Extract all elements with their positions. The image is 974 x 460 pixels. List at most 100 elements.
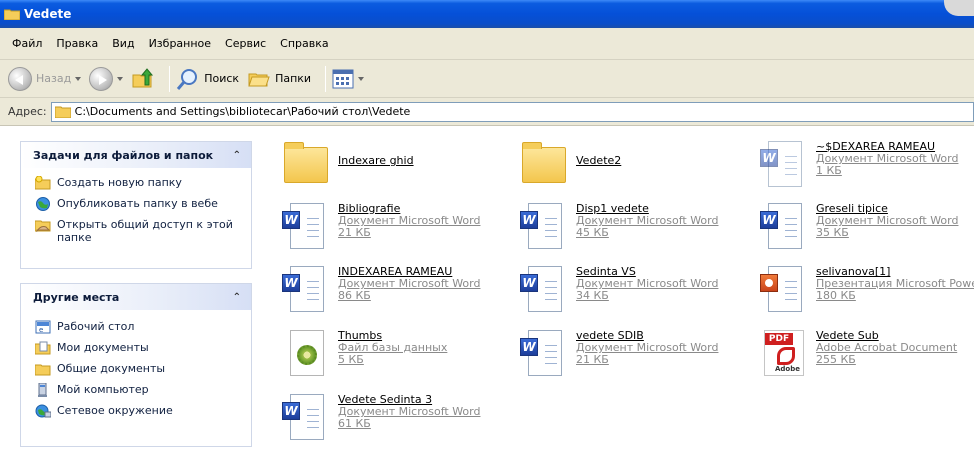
chevron-down-icon[interactable] — [358, 76, 365, 81]
folder-icon — [520, 139, 570, 189]
toolbar: Назад Поиск Папки — [0, 60, 974, 98]
word-doc-icon: W — [520, 264, 570, 314]
menu-tools[interactable]: Сервис — [225, 37, 266, 50]
window-corner — [944, 0, 974, 16]
menu-bar: Файл Правка Вид Избранное Сервис Справка — [0, 28, 974, 60]
file-item[interactable]: Indexare ghid — [282, 139, 414, 189]
back-arrow-icon — [8, 66, 32, 91]
tasks-panel-header[interactable]: Задачи для файлов и папок ⌃ — [21, 142, 251, 168]
file-item[interactable]: W Bibliografie Документ Microsoft Word 2… — [282, 201, 480, 251]
shared-documents-icon — [34, 362, 51, 376]
file-size: 21 КБ — [576, 353, 609, 366]
file-size: 180 КБ — [816, 289, 856, 302]
folders-icon — [248, 73, 270, 86]
place-shared-documents[interactable]: Общие документы — [34, 362, 241, 376]
menu-favorites[interactable]: Избранное — [149, 37, 211, 50]
pdf-icon: PDF Adobe — [760, 328, 810, 378]
folders-label: Папки — [275, 72, 312, 85]
place-label: Сетевое окружение — [57, 404, 173, 417]
folder-icon — [282, 139, 332, 189]
file-size: 61 КБ — [338, 417, 371, 430]
menu-edit[interactable]: Правка — [56, 37, 98, 50]
task-share-folder[interactable]: Открыть общий доступ к этой папке — [34, 218, 241, 244]
title-bar[interactable]: Vedete — [0, 0, 974, 28]
file-folder-tasks-panel: Задачи для файлов и папок ⌃ Создать нову… — [20, 141, 252, 269]
task-label: Опубликовать папку в вебе — [57, 197, 218, 210]
file-item[interactable]: W vedete SDIB Документ Microsoft Word 21… — [520, 328, 718, 378]
file-item[interactable]: W ~$DEXAREA RAMEAU Документ Microsoft Wo… — [760, 139, 958, 189]
place-label: Мои документы — [57, 341, 149, 354]
search-label: Поиск — [204, 72, 240, 85]
file-size: 86 КБ — [338, 289, 371, 302]
toolbar-separator — [325, 65, 327, 92]
folder-up-icon — [132, 67, 154, 87]
tasks-panel-title: Задачи для файлов и папок — [33, 148, 214, 162]
word-doc-icon: W — [282, 201, 332, 251]
place-label: Мой компьютер — [57, 383, 149, 396]
file-item[interactable]: Vedete2 — [520, 139, 621, 189]
chevron-down-icon[interactable] — [75, 76, 82, 81]
place-my-computer[interactable]: Мой компьютер — [35, 382, 241, 397]
file-size: 5 КБ — [338, 353, 364, 366]
file-item[interactable]: Thumbs Файл базы данных 5 КБ — [282, 328, 447, 378]
word-doc-icon: W — [520, 201, 570, 251]
file-name: Indexare ghid — [338, 154, 414, 167]
file-size: 45 КБ — [576, 226, 609, 239]
file-item[interactable]: PDF Adobe Vedete Sub Adobe Acrobat Docume… — [760, 328, 957, 378]
file-item[interactable]: selivanova[1] Презентация Microsoft Powe… — [760, 264, 974, 314]
word-doc-icon: W — [520, 328, 570, 378]
places-panel-header[interactable]: Другие места ⌃ — [21, 284, 251, 310]
share-folder-icon — [34, 218, 51, 233]
place-label: Рабочий стол — [57, 320, 135, 333]
views-grid-icon — [332, 69, 354, 88]
file-item[interactable]: W Greseli tipice Документ Microsoft Word… — [760, 201, 958, 251]
task-label: Создать новую папку — [57, 176, 182, 189]
places-panel-title: Другие места — [33, 290, 120, 304]
menu-help[interactable]: Справка — [280, 37, 328, 50]
folders-button[interactable]: Папки — [247, 67, 311, 91]
address-bar: Адрес: C:\Documents and Settings\bibliot… — [0, 98, 974, 126]
collapse-chevron-icon[interactable]: ⌃ — [233, 292, 241, 303]
file-size: 35 КБ — [816, 226, 849, 239]
views-button[interactable] — [332, 69, 365, 89]
address-input[interactable]: C:\Documents and Settings\bibliotecar\Ра… — [50, 101, 974, 122]
chevron-down-icon[interactable] — [117, 76, 124, 81]
place-desktop[interactable]: e Рабочий стол — [35, 320, 241, 334]
menu-view[interactable]: Вид — [112, 37, 134, 50]
task-label: Открыть общий доступ к этой папке — [57, 218, 233, 244]
toolbar-separator — [169, 65, 171, 92]
file-item[interactable]: W Vedete Sedinta 3 Документ Microsoft Wo… — [282, 392, 480, 442]
task-new-folder[interactable]: Создать новую папку — [34, 175, 241, 190]
menu-file[interactable]: Файл — [12, 37, 42, 50]
word-doc-icon: W — [282, 264, 332, 314]
my-documents-icon — [34, 341, 51, 355]
network-icon — [35, 404, 52, 418]
window-title: Vedete — [24, 7, 72, 21]
file-item[interactable]: W INDEXAREA RAMEAU Документ Microsoft Wo… — [282, 264, 480, 314]
file-size: 255 КБ — [816, 353, 856, 366]
other-places-panel: Другие места ⌃ e Рабочий стол Мои докуме… — [20, 283, 252, 447]
globe-icon — [35, 197, 51, 211]
file-name: Vedete2 — [576, 154, 622, 167]
desktop-icon: e — [35, 320, 51, 334]
place-network[interactable]: Сетевое окружение — [35, 404, 241, 418]
task-pane: Задачи для файлов и папок ⌃ Создать нову… — [0, 127, 268, 460]
collapse-chevron-icon[interactable]: ⌃ — [233, 150, 241, 161]
folder-icon — [54, 106, 71, 118]
place-my-documents[interactable]: Мои документы — [34, 341, 241, 355]
forward-button[interactable] — [89, 66, 124, 91]
file-item[interactable]: W Sedinta VS Документ Microsoft Word 34 … — [520, 264, 718, 314]
folder-icon — [3, 8, 21, 21]
up-button[interactable] — [131, 67, 155, 91]
word-doc-icon: W — [760, 139, 810, 189]
word-doc-icon: W — [760, 201, 810, 251]
back-button[interactable]: Назад — [8, 66, 82, 91]
search-icon — [177, 68, 198, 90]
search-button[interactable]: Поиск — [176, 67, 239, 91]
file-size: 1 КБ — [816, 164, 842, 177]
svg-text:e: e — [39, 326, 43, 334]
new-folder-icon — [34, 175, 51, 190]
file-list: Indexare ghid Vedete2 W ~$DEXAREA RAMEAU… — [268, 127, 974, 460]
file-item[interactable]: W Disp1 vedete Документ Microsoft Word 4… — [520, 201, 718, 251]
task-publish-web[interactable]: Опубликовать папку в вебе — [35, 197, 241, 211]
